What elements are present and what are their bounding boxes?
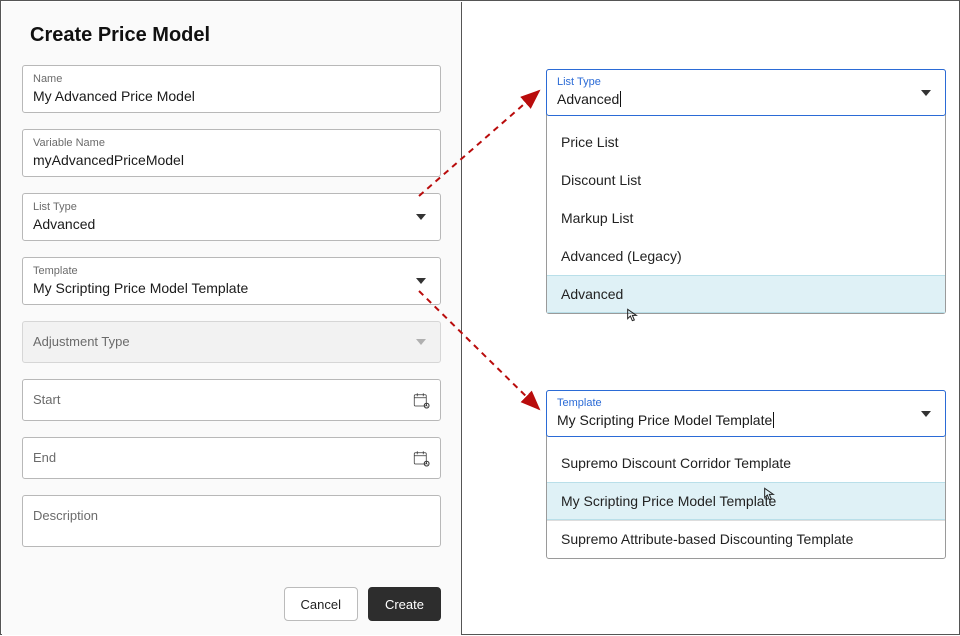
start-field[interactable]: Start: [22, 379, 441, 421]
list-type-popover: List Type Advanced Price List Discount L…: [546, 69, 946, 314]
chevron-down-icon: [917, 84, 935, 102]
template-popover-value: My Scripting Price Model Template: [557, 410, 935, 430]
calendar-icon: [412, 449, 430, 467]
dialog-title: Create Price Model: [2, 2, 461, 65]
create-button[interactable]: Create: [368, 587, 441, 621]
option-markup-list[interactable]: Markup List: [547, 199, 945, 237]
name-value: My Advanced Price Model: [33, 86, 430, 106]
create-price-model-dialog: Create Price Model Name My Advanced Pric…: [2, 2, 462, 635]
chevron-down-icon: [917, 405, 935, 423]
canvas: { "dialog": { "title": "Create Price Mod…: [0, 0, 960, 635]
variable-name-value: myAdvancedPriceModel: [33, 150, 430, 170]
template-field[interactable]: Template My Scripting Price Model Templa…: [22, 257, 441, 305]
form-stack: Name My Advanced Price Model Variable Na…: [2, 65, 461, 547]
adjustment-type-label: Adjustment Type: [33, 335, 430, 349]
list-type-popover-label: List Type: [557, 75, 935, 89]
option-advanced[interactable]: Advanced: [547, 275, 945, 313]
description-field[interactable]: Description: [22, 495, 441, 547]
variable-name-label: Variable Name: [33, 136, 430, 150]
option-price-list[interactable]: Price List: [547, 123, 945, 161]
chevron-down-icon: [412, 208, 430, 226]
calendar-icon: [412, 391, 430, 409]
list-type-popover-value: Advanced: [557, 89, 935, 109]
list-type-field[interactable]: List Type Advanced: [22, 193, 441, 241]
template-label: Template: [33, 264, 430, 278]
template-options: Supremo Discount Corridor Template My Sc…: [547, 436, 945, 558]
start-label: Start: [33, 393, 430, 407]
template-popover-label: Template: [557, 396, 935, 410]
end-field[interactable]: End: [22, 437, 441, 479]
option-discount-list[interactable]: Discount List: [547, 161, 945, 199]
adjustment-type-field[interactable]: Adjustment Type: [22, 321, 441, 363]
option-my-scripting-price-model[interactable]: My Scripting Price Model Template: [547, 482, 945, 520]
variable-name-field[interactable]: Variable Name myAdvancedPriceModel: [22, 129, 441, 177]
name-label: Name: [33, 72, 430, 86]
end-label: End: [33, 451, 430, 465]
template-popover-input[interactable]: Template My Scripting Price Model Templa…: [546, 390, 946, 437]
template-popover: Template My Scripting Price Model Templa…: [546, 390, 946, 559]
list-type-options: Price List Discount List Markup List Adv…: [547, 115, 945, 313]
chevron-down-icon: [412, 333, 430, 351]
description-label: Description: [33, 509, 430, 523]
dialog-buttons: Cancel Create: [284, 587, 442, 621]
option-supremo-discount-corridor[interactable]: Supremo Discount Corridor Template: [547, 444, 945, 482]
chevron-down-icon: [412, 272, 430, 290]
list-type-label: List Type: [33, 200, 430, 214]
option-supremo-attribute-discounting[interactable]: Supremo Attribute-based Discounting Temp…: [547, 520, 945, 558]
template-value: My Scripting Price Model Template: [33, 278, 430, 298]
cancel-button[interactable]: Cancel: [284, 587, 358, 621]
list-type-value: Advanced: [33, 214, 430, 234]
option-advanced-legacy[interactable]: Advanced (Legacy): [547, 237, 945, 275]
list-type-popover-input[interactable]: List Type Advanced: [546, 69, 946, 116]
name-field[interactable]: Name My Advanced Price Model: [22, 65, 441, 113]
